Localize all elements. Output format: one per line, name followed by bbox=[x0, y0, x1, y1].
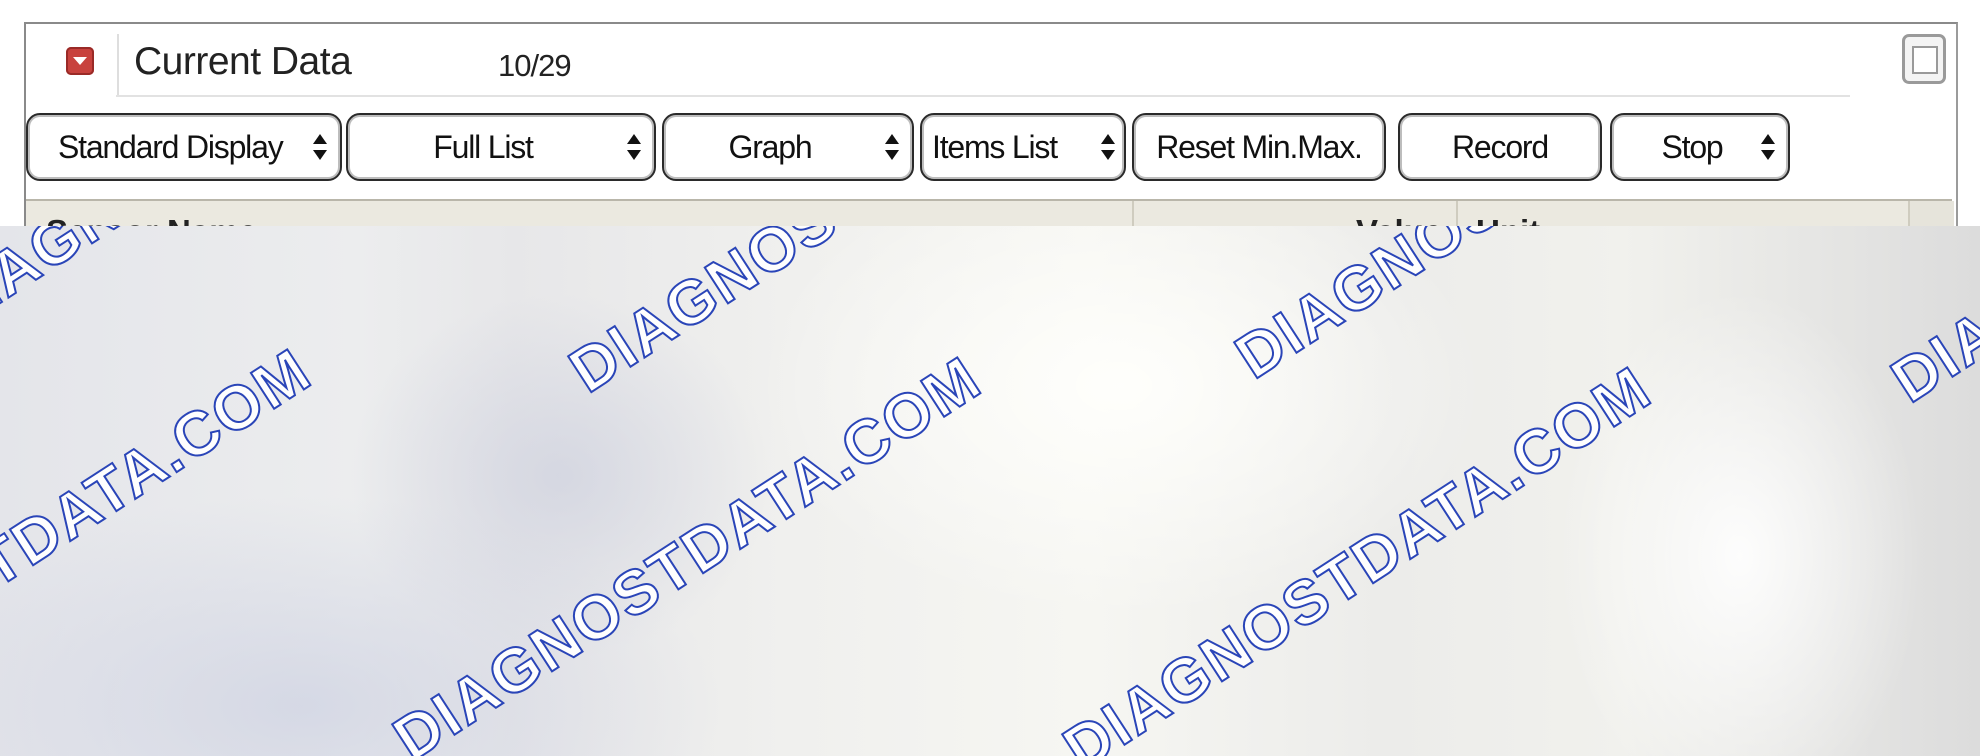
updown-arrow-icon bbox=[1100, 132, 1116, 162]
updown-arrow-icon bbox=[884, 132, 900, 162]
items-list-label: Items List bbox=[932, 128, 1058, 165]
list-filter-label: Full List bbox=[433, 128, 534, 165]
panel-title: Current Data bbox=[134, 40, 352, 83]
watermark-text: DIAGNOSTDATA bbox=[1879, 226, 1980, 417]
watermark-text: DIAGNOSTDATA bbox=[0, 226, 392, 347]
list-filter-select[interactable]: Full List bbox=[346, 113, 656, 181]
watermark-text: DIAGNOSTDATA.COM bbox=[0, 335, 324, 756]
maximize-icon[interactable] bbox=[1902, 34, 1946, 84]
panel-title-bar: Current Data 10/29 bbox=[26, 24, 1956, 97]
stop-label: Stop bbox=[1661, 128, 1723, 165]
title-underline bbox=[116, 95, 1850, 97]
updown-arrow-icon bbox=[626, 132, 642, 162]
item-count: 10/29 bbox=[498, 48, 572, 83]
graph-label: Graph bbox=[728, 128, 813, 165]
reset-min-max-button[interactable]: Reset Min.Max. bbox=[1132, 113, 1386, 181]
reset-min-max-label: Reset Min.Max. bbox=[1156, 128, 1363, 165]
display-mode-select[interactable]: Standard Display bbox=[26, 113, 342, 181]
display-mode-label: Standard Display bbox=[58, 128, 284, 165]
title-divider bbox=[117, 34, 119, 96]
record-button[interactable]: Record bbox=[1398, 113, 1602, 181]
collapse-icon[interactable] bbox=[66, 47, 94, 75]
stop-select[interactable]: Stop bbox=[1610, 113, 1790, 181]
watermark-text: DIAGNOSTDATA.COM bbox=[1051, 353, 1664, 756]
updown-arrow-icon bbox=[1760, 132, 1776, 162]
updown-arrow-icon bbox=[312, 132, 328, 162]
toolbar: Standard Display Full List Graph Items L… bbox=[26, 113, 1956, 185]
record-label: Record bbox=[1452, 128, 1549, 165]
watermark-text: DIAGNOSTDATA.COM bbox=[381, 343, 994, 756]
items-list-select[interactable]: Items List bbox=[920, 113, 1126, 181]
graph-select[interactable]: Graph bbox=[662, 113, 914, 181]
watermark-overlay: DIAGNOSTDATA DIAGNOSTDATA DIAGNOSTDATA D… bbox=[0, 226, 1980, 756]
